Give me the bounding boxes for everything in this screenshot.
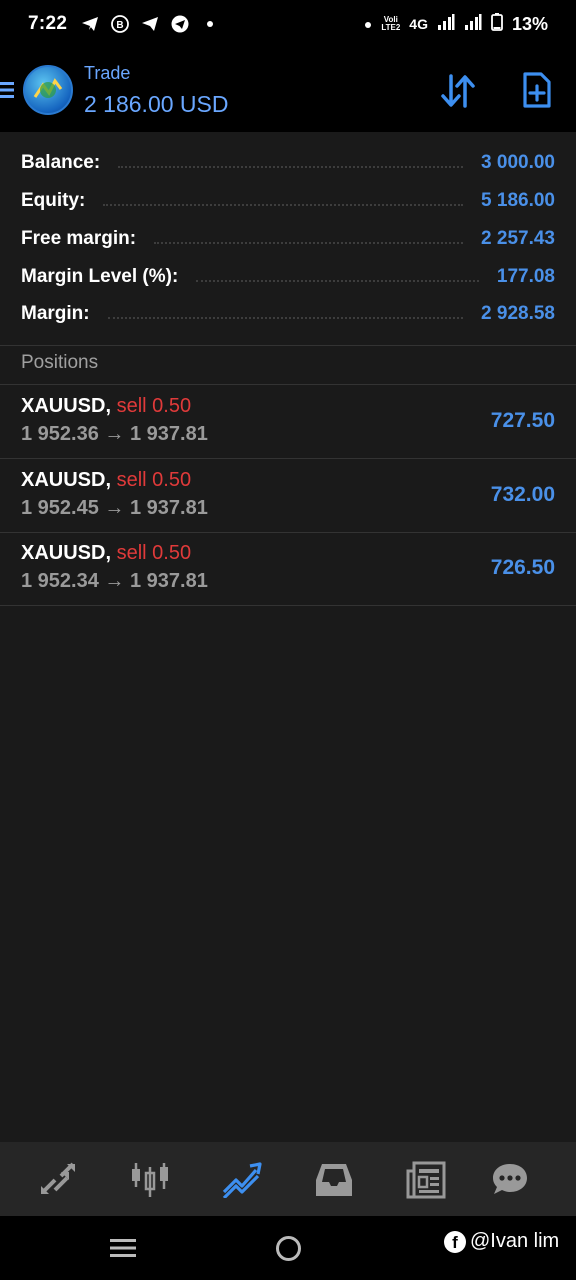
nav-trade[interactable]	[222, 1160, 262, 1200]
summary-value: 5 186.00	[481, 190, 555, 211]
dotted-leader	[107, 317, 464, 319]
recent-apps-icon[interactable]	[110, 1238, 136, 1258]
summary-value: 3 000.00	[481, 152, 555, 173]
page-title: Trade	[84, 63, 131, 83]
notification-icons: B	[81, 15, 219, 33]
facebook-icon: f	[444, 1230, 466, 1253]
position-symbol-line: XAUUSD, sell 0.50	[21, 395, 191, 418]
sort-icon[interactable]	[440, 74, 476, 108]
account-summary: Balance: 3 000.00 Equity: 5 186.00 Free …	[0, 132, 576, 346]
app-logo	[23, 65, 73, 115]
status-bar: 7:22 B Voli LTE2 4G 13%	[0, 0, 576, 48]
summary-row-equity: Equity: 5 186.00	[21, 186, 555, 216]
system-nav-bar: f @Ivan lim	[0, 1216, 576, 1280]
network-type: 4G	[409, 16, 428, 32]
dotted-leader	[118, 166, 464, 168]
new-order-icon[interactable]	[522, 72, 552, 108]
quotes-icon	[41, 1162, 75, 1194]
dotted-leader	[154, 242, 464, 244]
telegram-icon	[81, 15, 99, 33]
position-symbol-line: XAUUSD, sell 0.50	[21, 542, 191, 565]
status-time: 7:22	[28, 13, 68, 34]
app-header: Trade 2 186.00 USD	[0, 48, 576, 132]
nav-messages[interactable]	[490, 1160, 530, 1200]
position-prices: 1 952.34 → 1 937.81	[21, 570, 208, 592]
signal-icon	[464, 13, 482, 35]
messages-icon	[493, 1164, 527, 1194]
battery-percent: 13%	[511, 13, 548, 34]
position-prices: 1 952.45 → 1 937.81	[21, 497, 208, 519]
position-row[interactable]: XAUUSD, sell 0.50 1 952.36 → 1 937.81 72…	[0, 385, 576, 459]
chart-icon	[132, 1163, 168, 1197]
summary-row-margin-level: Margin Level (%): 177.08	[21, 262, 555, 292]
position-row[interactable]: XAUUSD, sell 0.50 1 952.45 → 1 937.81 73…	[0, 459, 576, 533]
summary-label: Free margin:	[21, 228, 137, 249]
more-notifications-icon	[201, 15, 219, 33]
telegram-circle-icon	[171, 15, 189, 33]
svg-text:B: B	[117, 20, 124, 31]
position-side: sell 0.50	[116, 542, 192, 564]
watermark: f @Ivan lim	[444, 1230, 559, 1253]
summary-value: 177.08	[496, 266, 555, 287]
summary-label: Margin:	[21, 303, 90, 324]
positions-header: Positions	[0, 346, 576, 385]
nav-quotes[interactable]	[38, 1160, 78, 1200]
summary-row-margin: Margin: 2 928.58	[21, 299, 555, 329]
summary-value: 2 928.58	[481, 303, 555, 324]
battery-icon	[491, 12, 503, 36]
trade-icon	[222, 1162, 262, 1198]
binance-icon: B	[111, 15, 130, 33]
nav-news[interactable]	[406, 1160, 446, 1200]
signal-icon	[437, 13, 455, 35]
telegram-icon	[141, 15, 159, 33]
bottom-nav	[0, 1142, 576, 1216]
nav-chart[interactable]	[130, 1160, 170, 1200]
position-prices: 1 952.36 → 1 937.81	[21, 423, 208, 445]
position-row[interactable]: XAUUSD, sell 0.50 1 952.34 → 1 937.81 72…	[0, 532, 576, 606]
summary-row-free-margin: Free margin: 2 257.43	[21, 224, 555, 254]
position-side: sell 0.50	[116, 469, 192, 491]
summary-label: Balance:	[21, 152, 101, 173]
position-symbol: XAUUSD,	[21, 469, 112, 491]
news-icon	[406, 1161, 446, 1199]
summary-label: Margin Level (%):	[21, 266, 179, 287]
position-profit: 726.50	[490, 556, 555, 579]
volte-icon: Voli LTE2	[381, 15, 401, 32]
dotted-leader	[196, 280, 479, 282]
position-symbol: XAUUSD,	[21, 542, 112, 564]
dotted-leader	[103, 204, 464, 206]
position-profit: 732.00	[490, 483, 555, 506]
status-right: Voli LTE2 4G 13%	[364, 12, 548, 36]
menu-icon[interactable]	[0, 81, 14, 99]
dot-icon	[364, 14, 372, 34]
account-balance-display: 2 186.00 USD	[84, 91, 229, 117]
summary-value: 2 257.43	[481, 228, 555, 249]
position-symbol: XAUUSD,	[21, 395, 112, 417]
summary-row-balance: Balance: 3 000.00	[21, 148, 555, 178]
position-side: sell 0.50	[116, 395, 192, 417]
nav-history[interactable]	[314, 1160, 354, 1200]
history-icon	[316, 1164, 352, 1196]
position-symbol-line: XAUUSD, sell 0.50	[21, 469, 191, 492]
watermark-text: @Ivan lim	[470, 1230, 560, 1252]
home-button[interactable]	[276, 1236, 301, 1261]
summary-label: Equity:	[21, 190, 86, 211]
position-profit: 727.50	[490, 409, 555, 432]
positions-title: Positions	[21, 352, 99, 373]
